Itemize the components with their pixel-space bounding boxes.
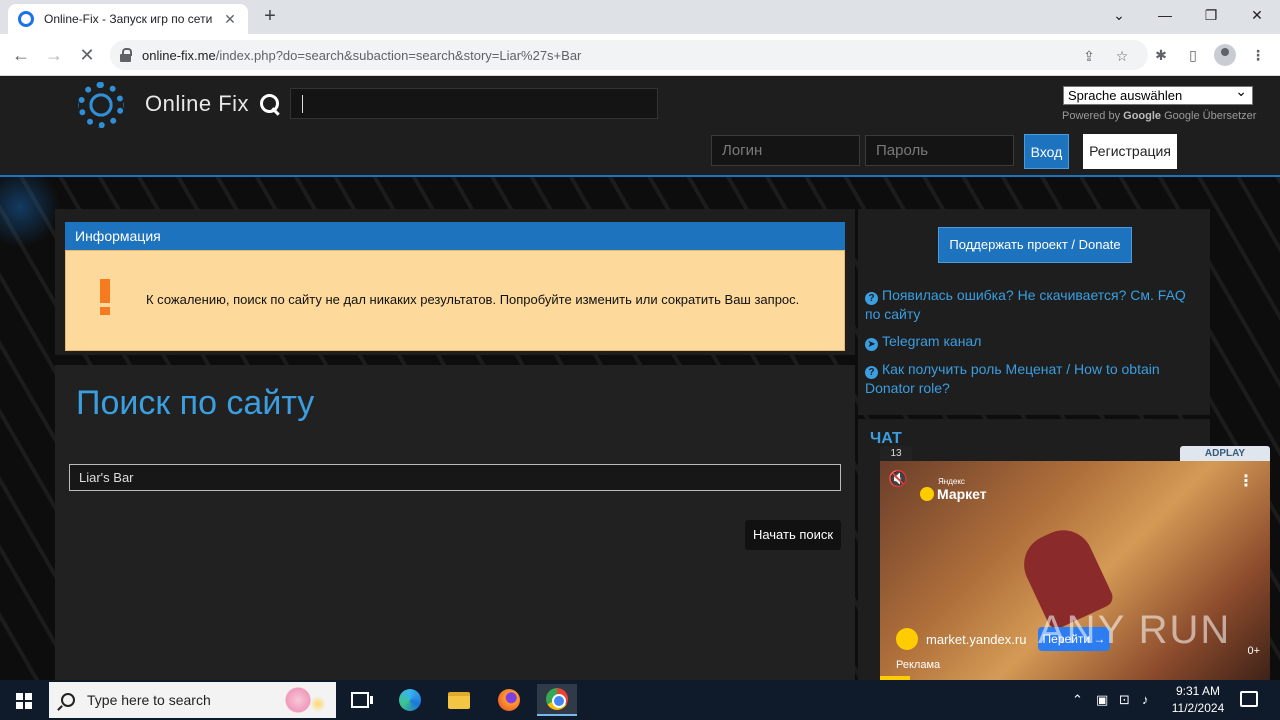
url-path: /index.php?do=search&subaction=search&st…: [215, 47, 582, 63]
powered-by-text: Powered by: [1062, 110, 1121, 122]
sidebar-link-label: Как получить роль Меценат / How to obtai…: [865, 361, 1160, 396]
exclamation-icon: [100, 279, 110, 317]
site-logo-text[interactable]: Online Fix: [145, 91, 249, 117]
telegram-icon: ➤: [865, 338, 878, 351]
sidebar-link-label: Появилась ошибка? Не скачивается? См. FA…: [865, 287, 1186, 322]
yandex-market-logo: Яндекс Маркет: [920, 477, 987, 504]
taskbar-firefox[interactable]: [489, 684, 529, 716]
close-window-button[interactable]: ✕: [1242, 4, 1272, 28]
adplay-brand-tag[interactable]: ADPLAY: [1180, 446, 1270, 461]
share-icon[interactable]: ⇪: [1080, 47, 1098, 65]
forward-arrow-icon[interactable]: →: [41, 42, 67, 68]
chrome-icon: [546, 688, 568, 710]
info-heading: Информация: [65, 222, 845, 250]
sidebar-link-faq[interactable]: ? Появилась ошибка? Не скачивается? См. F…: [865, 286, 1195, 323]
anyrun-watermark: ANY RUN: [1038, 608, 1232, 652]
search-panel: Поиск по сайту Liar's Bar Начать поиск: [55, 365, 855, 680]
password-field[interactable]: Пароль: [865, 135, 1014, 166]
register-button[interactable]: Регистрация: [1083, 134, 1177, 169]
browser-tab-bar: Online-Fix - Запуск игр по сети ✕ + ⌄ — …: [0, 0, 1280, 34]
clock-date: 11/2/2024: [1171, 701, 1225, 715]
site-search-input[interactable]: [290, 88, 658, 119]
ad-domain-bar[interactable]: market.yandex.ru: [896, 628, 1026, 650]
tab-search-dropdown-icon[interactable]: ⌄: [1104, 4, 1134, 28]
taskbar-search-box[interactable]: Type here to search: [49, 682, 336, 718]
close-tab-icon[interactable]: ✕: [222, 11, 238, 28]
ad-logo-big: Маркет: [937, 486, 987, 502]
google-logo-text: Google: [1123, 110, 1162, 122]
new-tab-button[interactable]: +: [258, 5, 282, 29]
firefox-icon: [498, 689, 520, 711]
tab-title: Online-Fix - Запуск игр по сети: [44, 12, 213, 26]
bookmark-star-icon[interactable]: ☆: [1113, 47, 1131, 65]
web-page: Online Fix Sprache auswählen Powered by …: [0, 77, 1280, 680]
donate-button[interactable]: Поддержать проект / Donate: [938, 227, 1132, 263]
notification-center-icon[interactable]: [1240, 691, 1258, 707]
translator-link[interactable]: Google Übersetzer: [1164, 110, 1256, 122]
ad-menu-icon[interactable]: ⋮: [1238, 471, 1254, 491]
taskbar-file-explorer[interactable]: [439, 684, 479, 716]
page-title: Поиск по сайту: [76, 384, 315, 422]
ad-age-rating: 0+: [1247, 645, 1260, 657]
sidebar-link-donator-role[interactable]: ? Как получить роль Меценат / How to obta…: [865, 360, 1195, 397]
taskbar-chrome[interactable]: [537, 684, 577, 716]
browser-menu-icon[interactable]: ⋮: [1248, 45, 1268, 65]
start-search-button[interactable]: Начать поиск: [745, 520, 841, 550]
sidebar-link-telegram[interactable]: ➤ Telegram канал: [865, 332, 1195, 351]
volume-icon[interactable]: ♪: [1142, 692, 1149, 707]
ad-logo-small: Яндекс: [938, 477, 965, 486]
search-query-input[interactable]: Liar's Bar: [69, 464, 841, 491]
tray-device-icon[interactable]: ▣: [1096, 692, 1108, 708]
extensions-puzzle-icon[interactable]: ✱: [1151, 45, 1171, 65]
tray-overflow-chevron-icon[interactable]: ⌃: [1072, 692, 1083, 708]
market-logo-icon: [920, 487, 934, 501]
minimize-button[interactable]: —: [1150, 4, 1180, 28]
text-caret: [302, 95, 303, 113]
info-message-panel: К сожалению, поиск по сайту не дал никак…: [65, 250, 845, 351]
browser-toolbar: ← → ✕ online-fix.me/index.php?do=search&…: [0, 34, 1280, 76]
folder-icon: [448, 691, 470, 709]
market-logo-icon: [896, 628, 918, 650]
login-button[interactable]: Вход: [1024, 134, 1069, 169]
edge-icon: [399, 689, 421, 711]
sidebar-links-box: Поддержать проект / Donate ? Появилась ош…: [858, 209, 1210, 415]
google-translate-attribution: Powered by Google Google Übersetzer: [1062, 110, 1256, 122]
gear-logo-icon[interactable]: [78, 82, 124, 128]
lock-icon: [120, 48, 132, 62]
windows-start-icon[interactable]: [0, 680, 48, 720]
ad-counter-badge: 13: [880, 446, 912, 461]
login-field[interactable]: Логин: [711, 135, 860, 166]
windows-taskbar: Type here to search ⌃ ▣ ⊡ ♪ 9:31 AM 11/2…: [0, 680, 1280, 720]
ad-label: Реклама: [896, 659, 941, 671]
muted-speaker-icon[interactable]: 🔇: [888, 469, 912, 489]
main-column: Информация К сожалению, поиск по сайту н…: [55, 209, 855, 680]
info-message: К сожалению, поиск по сайту не дал никак…: [146, 292, 800, 307]
task-view-icon: [351, 692, 373, 708]
sidebar-link-label: Telegram канал: [882, 333, 982, 349]
browser-tab[interactable]: Online-Fix - Запуск игр по сети ✕: [8, 4, 248, 34]
search-icon: [61, 693, 75, 707]
maximize-button[interactable]: ❐: [1196, 4, 1226, 28]
site-favicon-icon: [18, 11, 34, 27]
taskbar-edge[interactable]: [390, 684, 430, 716]
question-circle-icon: ?: [865, 366, 878, 379]
search-highlight-decoration-icon: [268, 686, 328, 714]
address-bar[interactable]: online-fix.me/index.php?do=search&subact…: [110, 40, 1148, 70]
ad-domain: market.yandex.ru: [926, 631, 1027, 647]
taskbar-search-placeholder: Type here to search: [87, 692, 211, 708]
info-box: Информация К сожалению, поиск по сайту н…: [55, 209, 855, 355]
profile-avatar-icon[interactable]: [1214, 44, 1236, 66]
search-icon[interactable]: [259, 93, 281, 115]
url-host: online-fix.me: [142, 47, 216, 63]
question-circle-icon: ?: [865, 292, 878, 305]
language-select[interactable]: Sprache auswählen: [1063, 83, 1253, 105]
stop-loading-icon[interactable]: ✕: [74, 42, 100, 68]
site-header: Online Fix Sprache auswählen Powered by …: [0, 77, 1280, 177]
back-arrow-icon[interactable]: ←: [8, 42, 34, 68]
clock-time: 9:31 AM: [1175, 684, 1221, 698]
network-icon[interactable]: ⊡: [1119, 692, 1130, 708]
taskbar-clock[interactable]: 9:31 AM 11/2/2024: [1160, 683, 1236, 717]
task-view-button[interactable]: [340, 684, 380, 716]
side-panel-icon[interactable]: ▯: [1183, 45, 1203, 65]
